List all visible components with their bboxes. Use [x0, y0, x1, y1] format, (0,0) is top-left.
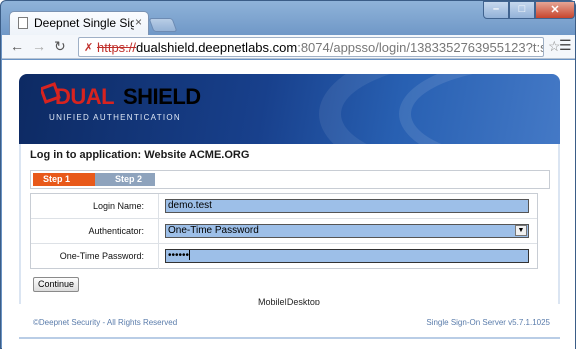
url-text: https://dualshield.deepnetlabs.com:8074/… — [97, 40, 543, 55]
otp-masked-value: •••••• — [168, 250, 190, 261]
page-border-left — [19, 144, 21, 304]
logo-text-dual: DUAL — [55, 84, 115, 109]
text-caret — [189, 250, 191, 261]
window-close-button[interactable]: ✕ — [535, 1, 575, 19]
reload-icon[interactable]: ↻ — [54, 38, 66, 55]
banner-decoration — [399, 74, 560, 144]
browser-window: Deepnet Single Sign × – □ ✕ ← → ↻ ✗ http… — [0, 0, 576, 349]
forward-arrow-icon[interactable]: → — [32, 38, 46, 54]
maximize-icon: □ — [518, 3, 526, 15]
authenticator-label: Authenticator: — [31, 219, 159, 243]
broken-lock-icon[interactable]: ✗ — [84, 41, 93, 54]
otp-password-field[interactable]: •••••• — [165, 249, 529, 263]
page-icon — [18, 17, 28, 29]
close-icon: ✕ — [550, 4, 560, 16]
form-row-otp: One-Time Password: •••••• — [31, 244, 537, 269]
window-maximize-button[interactable]: □ — [509, 1, 535, 19]
login-name-label: Login Name: — [31, 194, 159, 218]
authenticator-selected-value: One-Time Password — [168, 225, 259, 236]
new-tab-button[interactable] — [148, 18, 178, 32]
tab-close-icon[interactable]: × — [135, 15, 142, 29]
version-text: Single Sign-On Server v5.7.1.1025 — [426, 318, 550, 327]
logo-subtitle: UNIFIED AUTHENTICATION — [49, 113, 182, 122]
back-arrow-icon[interactable]: ← — [10, 38, 24, 54]
otp-label: One-Time Password: — [31, 244, 159, 269]
login-name-field[interactable]: demo.test — [165, 199, 529, 213]
url-path: :8074/appsso/login/1383352763955123?t:st… — [297, 40, 543, 55]
browser-tab[interactable]: Deepnet Single Sign × — [9, 11, 149, 35]
address-bar[interactable]: ✗ https://dualshield.deepnetlabs.com:807… — [78, 37, 544, 57]
page-title: Log in to application: Website ACME.ORG — [30, 149, 250, 161]
logo-text-shield: SHIELD — [123, 84, 201, 109]
header-banner: DUAL SHIELD UNIFIED AUTHENTICATION — [19, 74, 560, 144]
browser-toolbar: ← → ↻ ✗ https://dualshield.deepnetlabs.c… — [2, 35, 575, 59]
menu-icon[interactable]: ☰ — [559, 37, 572, 54]
chevron-down-icon[interactable]: ▼ — [515, 225, 527, 236]
minimize-icon: – — [492, 3, 500, 15]
step-2: Step 2 — [95, 173, 155, 186]
form-row-login-name: Login Name: demo.test — [31, 194, 537, 219]
page-footer: ©Deepnet Security - All Rights Reserved … — [19, 305, 560, 339]
page-border-right — [558, 144, 560, 304]
login-form: Login Name: demo.test Authenticator: One… — [30, 193, 538, 269]
url-protocol: https:// — [97, 40, 137, 55]
form-row-authenticator: Authenticator: One-Time Password ▼ — [31, 219, 537, 244]
continue-button[interactable]: Continue — [33, 277, 79, 292]
tab-title: Deepnet Single Sign — [34, 16, 134, 30]
step-indicator: Step 1 Step 2 — [30, 170, 550, 189]
step-1: Step 1 — [33, 173, 103, 186]
page-content: DUAL SHIELD UNIFIED AUTHENTICATION Log i… — [2, 60, 575, 349]
copyright-text: ©Deepnet Security - All Rights Reserved — [33, 318, 178, 327]
window-minimize-button[interactable]: – — [483, 1, 509, 19]
authenticator-select[interactable]: One-Time Password ▼ — [165, 224, 529, 238]
url-host: dualshield.deepnetlabs.com — [136, 40, 298, 55]
